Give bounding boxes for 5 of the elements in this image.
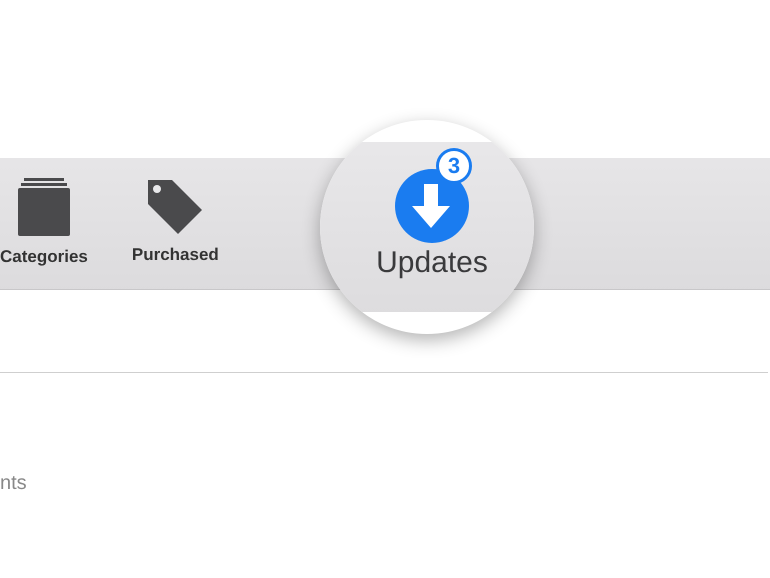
stack-icon [16,178,72,238]
toolbar-item[interactable]: Purchased [132,178,219,268]
body-text: nts [0,473,28,493]
tag-icon [146,178,204,236]
toolbar-item[interactable]: Categories [0,178,88,270]
